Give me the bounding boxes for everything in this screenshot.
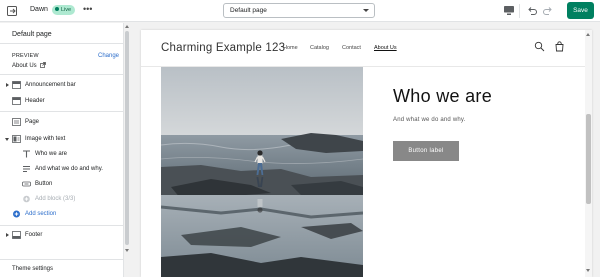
preview-label: PREVIEW <box>12 53 39 59</box>
add-circle-icon <box>23 195 30 203</box>
sidebar-divider <box>0 43 123 44</box>
theme-name: Dawn <box>30 6 48 13</box>
scroll-up-icon[interactable] <box>586 33 590 36</box>
paragraph-icon <box>23 166 30 172</box>
toolbar-divider <box>519 4 520 18</box>
add-circle-icon <box>13 210 20 218</box>
preview-page-name: About Us <box>12 63 37 69</box>
section-label: Footer <box>25 232 43 238</box>
undo-icon[interactable] <box>526 5 538 17</box>
page-select[interactable]: Default page <box>223 3 375 18</box>
desktop-preview-icon[interactable] <box>503 5 515 16</box>
theme-settings-link[interactable]: Theme settings <box>12 266 53 272</box>
block-button[interactable]: Button <box>0 178 123 191</box>
nav-link-catalog[interactable]: Catalog <box>310 45 329 51</box>
block-label: Button <box>35 181 53 187</box>
preview-cta-button[interactable]: Button label <box>393 141 459 161</box>
scrollbar-thumb[interactable] <box>586 114 591 204</box>
scrollbar-thumb[interactable] <box>125 31 129 245</box>
editor-topbar: Dawn Live ••• Default page Save <box>0 0 600 22</box>
section-heading: Who we are <box>393 86 493 106</box>
section-image-with-text[interactable]: Image with text <box>0 133 123 146</box>
exit-icon[interactable] <box>6 5 18 17</box>
preview-scrollbar[interactable] <box>585 30 592 277</box>
sidebar-title: Default page <box>12 31 52 38</box>
footer-section-icon <box>12 231 21 239</box>
chevron-right-icon <box>6 83 9 87</box>
sidebar-divider <box>0 74 123 75</box>
sidebar-divider <box>0 111 123 112</box>
sidebar-divider <box>0 259 123 260</box>
storefront-preview: Charming Example 123 Home Catalog Contac… <box>141 30 592 277</box>
scroll-down-icon[interactable] <box>125 249 129 252</box>
more-actions-button[interactable]: ••• <box>83 4 92 14</box>
section-footer[interactable]: Footer <box>0 229 123 242</box>
cart-icon[interactable] <box>554 41 565 52</box>
scroll-up-icon[interactable] <box>125 25 129 28</box>
section-label: Image with text <box>25 136 66 142</box>
add-section-label: Add section <box>25 211 57 217</box>
section-header[interactable]: Header <box>0 95 123 108</box>
nav-link-home[interactable]: Home <box>283 45 298 51</box>
redo-icon[interactable] <box>542 5 554 17</box>
search-icon[interactable] <box>534 41 545 52</box>
section-label: Page <box>25 119 40 125</box>
block-label: Who we are <box>35 151 68 157</box>
scroll-down-icon[interactable] <box>586 269 590 272</box>
page-select-value: Default page <box>230 7 267 14</box>
sidebar-scrollbar[interactable] <box>123 23 130 277</box>
preview-page-link[interactable]: About Us <box>12 62 47 69</box>
block-text[interactable]: And what we do and why. <box>0 163 123 176</box>
text-icon <box>23 150 30 158</box>
page-section-icon <box>12 118 21 126</box>
section-label: Header <box>25 98 45 104</box>
add-section-button[interactable]: Add section <box>0 208 123 221</box>
sidebar-divider <box>0 225 123 226</box>
section-announcement-bar[interactable]: Announcement bar <box>0 79 123 92</box>
chevron-right-icon <box>6 233 9 237</box>
live-badge-label: Live <box>61 7 72 13</box>
store-logo[interactable]: Charming Example 123 <box>161 42 285 54</box>
external-link-icon <box>40 62 47 68</box>
add-block-button: Add block (3/3) <box>0 193 123 206</box>
save-button[interactable]: Save <box>567 2 594 19</box>
header-section-icon <box>12 97 21 105</box>
block-label: And what we do and why. <box>35 166 103 172</box>
image-with-text-icon <box>12 135 21 143</box>
live-badge: Live <box>52 5 76 15</box>
block-heading[interactable]: Who we are <box>0 148 123 161</box>
header-section-icon <box>12 81 21 89</box>
live-dot-icon <box>55 7 59 11</box>
coastal-rocks-image <box>161 67 363 277</box>
add-block-label: Add block (3/3) <box>35 196 76 202</box>
section-label: Announcement bar <box>25 82 76 88</box>
change-preview-link[interactable]: Change <box>98 53 119 59</box>
chevron-down-icon <box>363 9 369 12</box>
nav-link-contact[interactable]: Contact <box>342 45 361 51</box>
sections-sidebar: Default page PREVIEW Change About Us Ann… <box>0 23 123 277</box>
nav-link-about-us[interactable]: About Us <box>374 45 397 51</box>
chevron-down-icon <box>5 138 9 141</box>
section-subheading: And what we do and why. <box>393 117 466 123</box>
button-icon <box>22 181 31 187</box>
section-page[interactable]: Page <box>0 116 123 129</box>
